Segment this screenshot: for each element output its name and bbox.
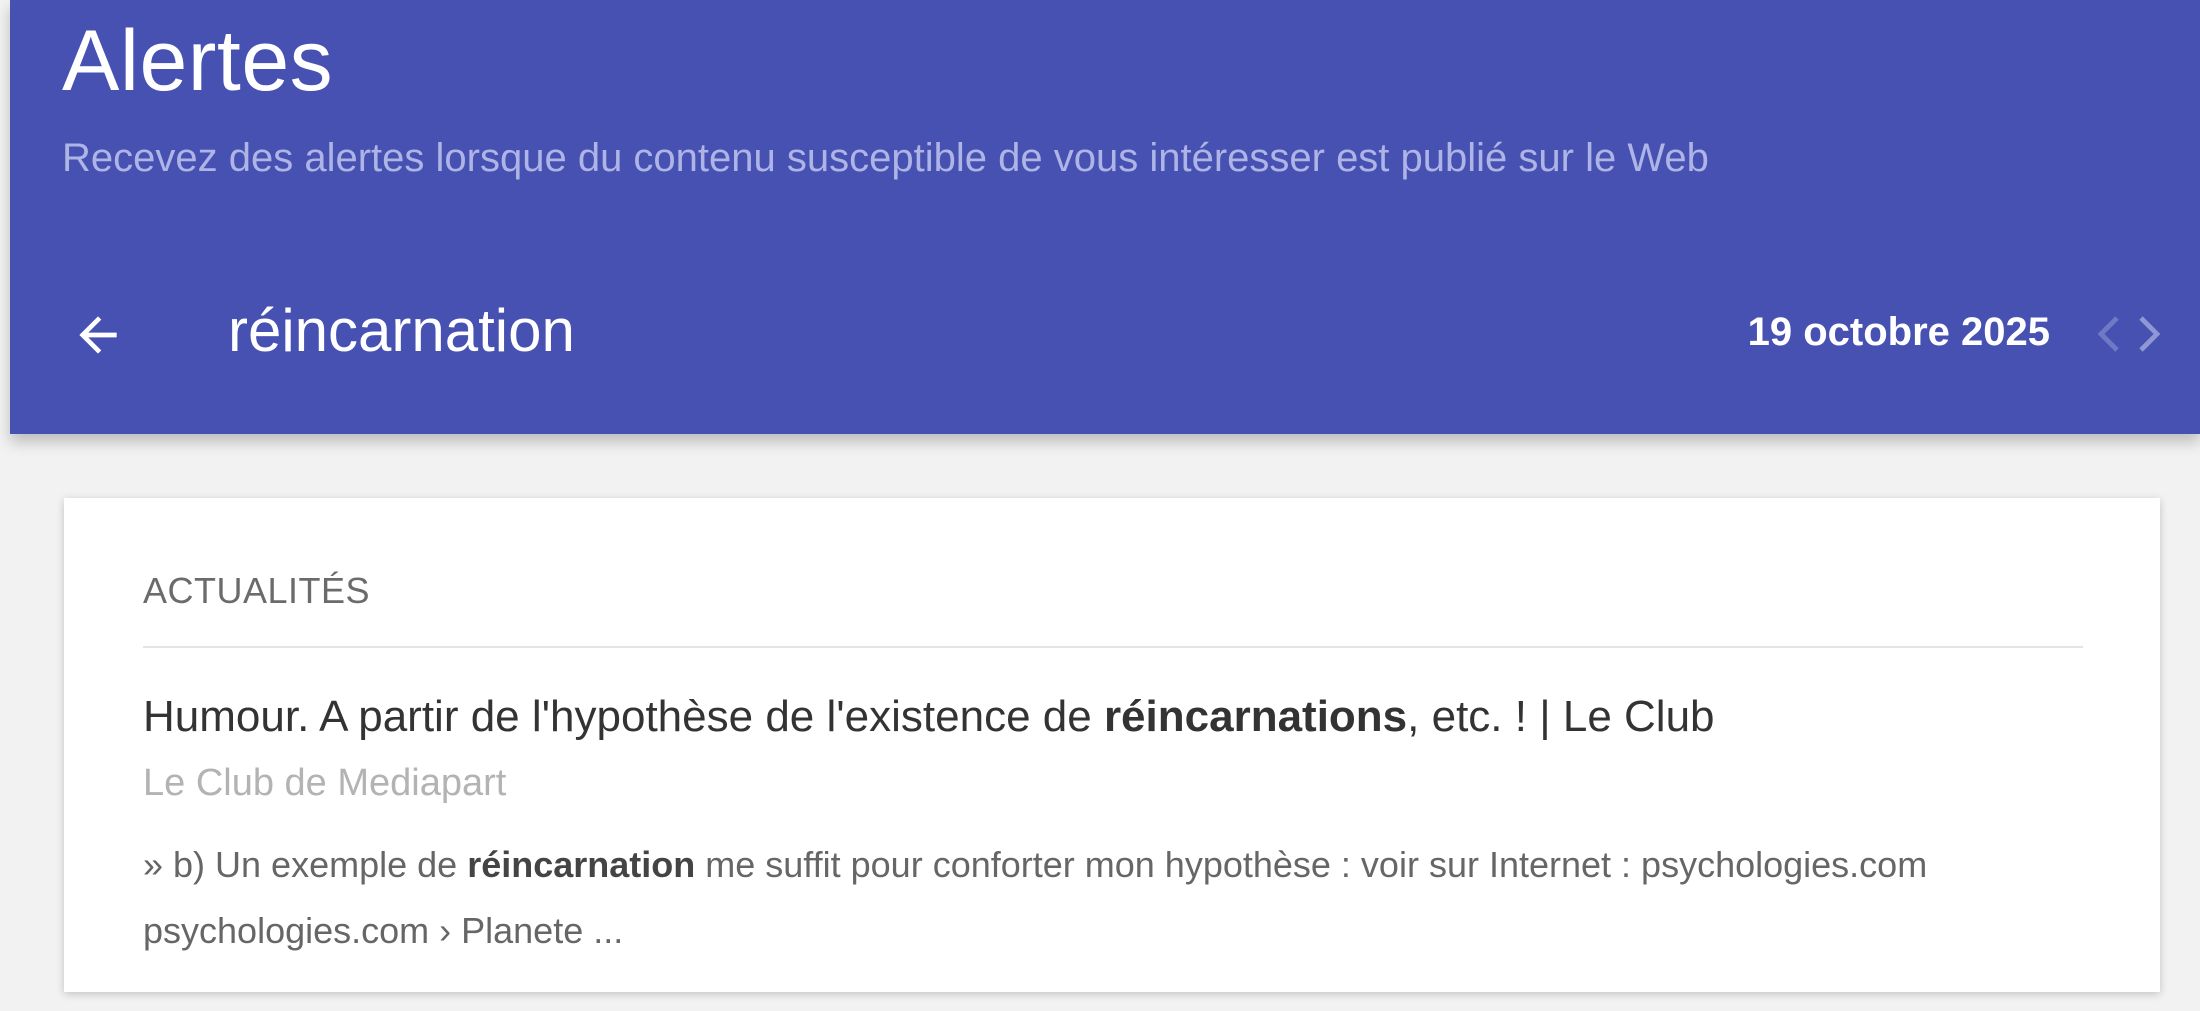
alert-date: 19 octobre 2025 <box>1747 310 2050 354</box>
result-title-link[interactable]: Humour. A partir de l'hypothèse de l'exi… <box>143 692 1715 742</box>
section-label-news: ACTUALITÉS <box>143 570 371 611</box>
previous-date-button[interactable] <box>2092 312 2126 356</box>
result-title-text: Humour. A partir de l'hypothèse de l'exi… <box>143 692 1104 741</box>
arrow-left-icon <box>79 316 117 354</box>
back-button[interactable] <box>60 300 136 370</box>
next-date-button[interactable] <box>2132 312 2166 356</box>
snippet-text-end: me suffit pour conforter mon hypothèse :… <box>695 844 1928 885</box>
section-divider <box>143 646 2083 648</box>
snippet-line-1: » b) Un exemple de réincarnation me suff… <box>143 832 2123 898</box>
result-source: Le Club de Mediapart <box>143 762 507 804</box>
snippet-highlight: réincarnation <box>467 844 696 885</box>
chevron-right-icon <box>2139 316 2161 352</box>
result-snippet: » b) Un exemple de réincarnation me suff… <box>143 832 2123 964</box>
snippet-text: » b) Un exemple de <box>143 844 468 885</box>
alerts-header: Alertes Recevez des alertes lorsque du c… <box>10 0 2200 434</box>
page-title: Alertes <box>62 13 334 109</box>
page-subtitle: Recevez des alertes lorsque du contenu s… <box>62 136 1709 180</box>
alert-query-title: réincarnation <box>228 297 575 364</box>
result-title-text-end: , etc. ! | Le Club <box>1407 692 1715 741</box>
results-card: ACTUALITÉS Humour. A partir de l'hypothè… <box>64 498 2160 992</box>
chevron-left-icon <box>2097 316 2119 352</box>
snippet-line-2: psychologies.com › Planete ... <box>143 910 624 951</box>
result-title-highlight: réincarnations <box>1103 692 1408 741</box>
